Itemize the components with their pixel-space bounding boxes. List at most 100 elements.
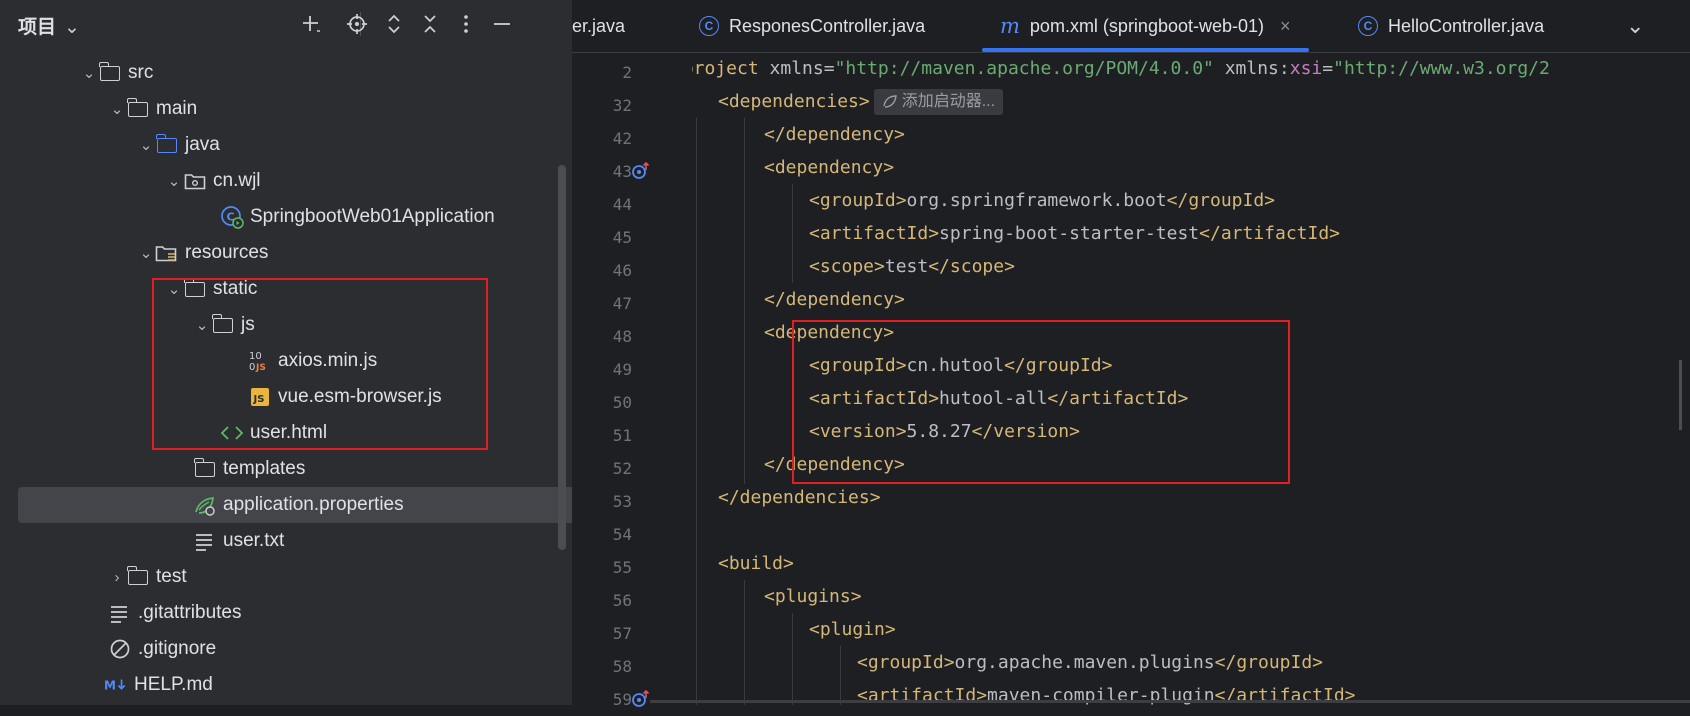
tab-respones-controller[interactable]: C ResponesController.java [699, 0, 925, 52]
chevron-down-icon[interactable]: ⌄ [80, 64, 98, 82]
xml-tag: <artifactId> [809, 223, 940, 244]
resources-folder-icon [155, 242, 179, 264]
code-line: <version>5.8.27</version> [809, 415, 1080, 448]
xml-tag: <scope> [809, 256, 885, 277]
scrollbar-thumb[interactable] [1679, 360, 1682, 430]
tab-controller-java[interactable]: er.java [572, 0, 625, 52]
tabs-overflow-chevron-icon[interactable]: ⌄ [1626, 0, 1644, 52]
tree-item-label: src [128, 62, 154, 83]
xml-tag: <plugin> [809, 619, 896, 640]
folder-icon [126, 97, 150, 120]
project-view-selector[interactable]: 项目 ⌄ [18, 12, 80, 39]
code-line: </dependencies> [718, 481, 881, 514]
tree-item-label: main [156, 98, 198, 119]
folder-icon [98, 61, 122, 84]
collapse-all-icon[interactable] [416, 10, 444, 38]
xml-tag: <groupId> [857, 652, 955, 673]
indent-guide [792, 613, 793, 705]
horizontal-scrollbar[interactable] [650, 700, 1690, 703]
tree-item-help-md[interactable]: M HELP.md [0, 667, 664, 703]
folded-region-hint[interactable]: 添加启动器... [873, 89, 1004, 115]
tree-item-test[interactable]: › test [0, 559, 668, 595]
line-number: 54 [612, 525, 632, 544]
scrollbar-thumb[interactable] [558, 165, 566, 550]
editor-tabs: er.java C ResponesController.java m pom.… [572, 0, 1690, 53]
add-icon[interactable] [297, 10, 325, 38]
code-view[interactable]: <project xmlns="http://maven.apache.org/… [692, 52, 1690, 705]
chevron-down-icon[interactable]: ⌄ [165, 280, 183, 298]
xml-tag: <version> [809, 421, 907, 442]
svg-text:M: M [104, 679, 116, 693]
indent-guide [744, 118, 745, 484]
line-number: 57 [612, 624, 632, 643]
xml-tag: <groupId> [809, 355, 907, 376]
svg-text:0: 0 [249, 362, 255, 373]
tree-item-label: js [241, 314, 255, 335]
tree-item-label: templates [223, 458, 306, 479]
spring-leaf-icon [883, 95, 897, 108]
code-line: </dependency> [764, 448, 905, 481]
line-number: 32 [612, 96, 632, 115]
line-number: 55 [612, 558, 632, 577]
expand-all-icon[interactable] [380, 10, 408, 38]
folder-icon [211, 313, 235, 336]
line-number: 56 [612, 591, 632, 610]
markdown-file-icon: M [104, 674, 128, 696]
overridden-method-icon[interactable] [630, 160, 652, 182]
tab-label: ResponesController.java [729, 15, 926, 36]
xml-tag: </scope> [928, 256, 1015, 277]
line-number: 46 [612, 261, 632, 280]
indent-guide [792, 184, 793, 283]
close-icon[interactable]: × [1280, 16, 1291, 37]
chevron-down-icon[interactable]: ⌄ [165, 172, 183, 190]
more-icon[interactable] [452, 10, 480, 38]
project-title: 项目 [18, 17, 57, 38]
locate-icon[interactable] [343, 10, 371, 38]
tree-item-label: SpringbootWeb01Application [250, 206, 495, 227]
maven-icon: m [1000, 14, 1020, 38]
ignore-file-icon [108, 638, 132, 660]
tree-item-main[interactable]: ⌄ main [0, 91, 668, 127]
package-icon [183, 170, 207, 192]
spring-class-icon: C [220, 206, 244, 229]
code-line: </dependency> [764, 283, 905, 316]
xml-tag: <artifactId> [809, 388, 940, 409]
line-number: 44 [612, 195, 632, 214]
tab-hello-controller[interactable]: C HelloController.java [1358, 0, 1544, 52]
code-line: <dependency> [764, 316, 894, 349]
xml-tag: </dependency> [764, 124, 905, 145]
tree-item-src[interactable]: ⌄ src [0, 55, 640, 91]
line-number: 47 [612, 294, 632, 313]
xml-tag: </dependency> [764, 454, 905, 475]
chevron-down-icon[interactable]: ⌄ [108, 100, 126, 118]
svg-text:JS: JS [255, 363, 266, 373]
chevron-down-icon[interactable]: ⌄ [137, 136, 155, 154]
tab-pom-xml[interactable]: m pom.xml (springboot-web-01) × [982, 0, 1309, 52]
xml-text: spring-boot-starter-test [939, 223, 1200, 244]
xml-tag: </groupId> [1214, 652, 1324, 673]
code-line: <scope>test</scope> [809, 250, 1015, 283]
minified-js-file-icon: 10 0 JS [248, 350, 272, 373]
minimize-icon[interactable] [488, 10, 516, 38]
chevron-down-icon[interactable]: ⌄ [137, 244, 155, 262]
xml-text: test [884, 256, 929, 277]
code-line: <groupId>org.springframework.boot</group… [809, 184, 1275, 217]
line-number: 42 [612, 129, 632, 148]
tree-item-gitignore[interactable]: .gitignore [0, 631, 668, 667]
code-line: <plugins> [764, 580, 862, 613]
chevron-right-icon[interactable]: › [108, 569, 126, 586]
chevron-down-icon[interactable]: ⌄ [193, 316, 211, 334]
xml-tag: </artifactId> [1199, 223, 1341, 244]
project-panel: 项目 ⌄ ⌄ src ⌄ main ⌄ java ⌄ cn.wjl C Spri… [0, 0, 729, 705]
line-number: 45 [612, 228, 632, 247]
line-number: 53 [612, 492, 632, 511]
tree-item-label: cn.wjl [213, 170, 261, 191]
tree-item-gitattributes[interactable]: .gitattributes [0, 595, 668, 631]
code-line: <artifactId>hutool-all</artifactId> [809, 382, 1188, 415]
xml-text: cn.hutool [906, 355, 1005, 376]
xml-tag: <dependencies> [718, 91, 870, 112]
tree-item-label: .gitattributes [138, 602, 242, 623]
folder-icon [183, 277, 207, 300]
indent-guide [840, 646, 841, 705]
overridden-method-icon[interactable] [630, 688, 652, 710]
